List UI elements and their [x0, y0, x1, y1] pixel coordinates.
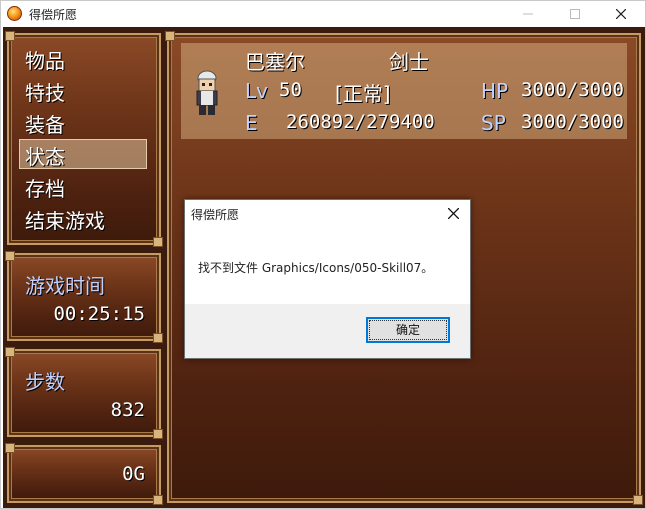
title-bar[interactable]: 得偿所愿: [1, 1, 645, 26]
level-value: 50: [279, 79, 302, 101]
actor-class: 剑士: [389, 50, 429, 74]
sp-value: 3000/3000: [521, 111, 624, 133]
ok-button[interactable]: 确定: [366, 317, 450, 343]
play-time-label: 游戏时间: [25, 274, 105, 298]
app-icon: [7, 6, 22, 21]
steps-label: 步数: [25, 370, 65, 394]
actor-sprite: [196, 70, 218, 115]
menu-item-status[interactable]: 状态: [25, 141, 65, 170]
sp-label: SP: [481, 111, 506, 135]
menu-item-skills[interactable]: 特技: [25, 77, 65, 106]
hp-label: HP: [481, 79, 509, 103]
close-icon: [615, 8, 627, 19]
exp-label: E: [245, 111, 258, 135]
exp-value: 260892/279400: [286, 111, 435, 133]
actor-state: [正常]: [335, 82, 391, 106]
gold-value: 0G: [122, 463, 145, 485]
menu-item-items[interactable]: 物品: [25, 45, 65, 74]
game-window: 得偿所愿 物品 特技 装备 状态 存档 结束游戏 游戏时间 00:25:15 步…: [0, 0, 646, 509]
dialog-message: 找不到文件 Graphics/Icons/050-Skill07。: [198, 261, 434, 275]
error-dialog: 得偿所愿 找不到文件 Graphics/Icons/050-Skill07。 确…: [184, 199, 471, 359]
close-button[interactable]: [598, 1, 644, 26]
dialog-footer: 确定: [185, 304, 470, 358]
dialog-close-button[interactable]: [440, 202, 466, 224]
play-time-value: 00:25:15: [53, 303, 145, 325]
menu-item-save[interactable]: 存档: [25, 173, 65, 202]
dialog-title: 得偿所愿: [191, 208, 240, 222]
steps-value: 832: [110, 399, 145, 421]
maximize-button[interactable]: [552, 1, 598, 26]
menu-item-equip[interactable]: 装备: [25, 109, 65, 138]
maximize-icon: [570, 8, 580, 19]
window-title: 得偿所愿: [29, 8, 78, 22]
hp-value: 3000/3000: [521, 79, 624, 101]
actor-name: 巴塞尔: [245, 50, 305, 74]
level-label: Lv: [245, 79, 268, 103]
minimize-button[interactable]: [505, 1, 551, 26]
minimize-icon: [523, 13, 533, 14]
close-icon: [447, 207, 459, 220]
menu-item-end-game[interactable]: 结束游戏: [25, 205, 105, 234]
